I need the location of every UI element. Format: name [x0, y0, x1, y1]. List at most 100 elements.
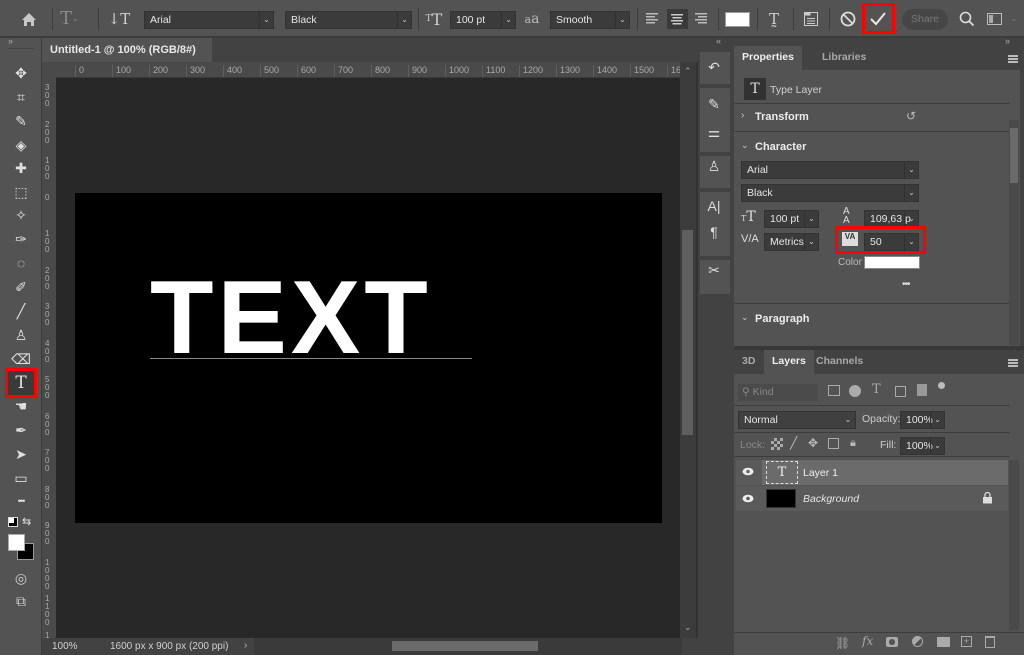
toggle-text-orientation-icon[interactable]: ↓T [108, 9, 131, 29]
tab-3d[interactable]: 3D [734, 350, 763, 374]
rectangular-marquee-tool[interactable]: ⬚ [7, 181, 35, 203]
paintbrush-tool[interactable]: ╱ [7, 300, 35, 322]
foreground-color-swatch[interactable] [8, 534, 25, 551]
type-tool[interactable]: T [5, 368, 37, 398]
chevron-down-icon[interactable]: ⌄ [741, 140, 749, 151]
character-paragraph-panels-icon[interactable] [803, 11, 819, 27]
home-icon[interactable] [18, 10, 40, 28]
tools-icon[interactable]: ✂ [703, 260, 725, 280]
swap-colors-icon[interactable]: ⇆ [22, 515, 31, 528]
filter-toggle-icon[interactable] [938, 382, 945, 389]
lock-position-icon[interactable]: ✥ [808, 436, 818, 450]
history-icon[interactable]: ↶ [703, 57, 725, 77]
chevron-right-icon[interactable]: › [741, 110, 744, 121]
adjustment-layer-icon[interactable] [912, 636, 923, 647]
move-tool[interactable]: ✥ [7, 62, 35, 84]
layer-name[interactable]: Background [803, 493, 859, 505]
layer-name[interactable]: Layer 1 [803, 467, 838, 479]
vertical-scroll-thumb[interactable] [682, 230, 693, 435]
pen-tool[interactable]: ✒ [7, 419, 35, 441]
collapse-dock-icon[interactable]: « [716, 36, 721, 46]
panel-menu-icon[interactable] [1008, 55, 1018, 63]
tab-properties[interactable]: Properties [734, 46, 802, 70]
commit-checkmark-icon[interactable] [868, 9, 888, 29]
lock-artboard-icon[interactable] [828, 438, 839, 449]
chevron-down-icon[interactable]: ⌄ [1010, 13, 1018, 24]
paragraph-section-header[interactable]: Paragraph [755, 313, 809, 325]
chevron-down-icon[interactable]: ⌄ [741, 312, 749, 323]
properties-font-size-select[interactable]: 100 pt ⌄ [764, 210, 819, 228]
filter-smart-object-icon[interactable] [917, 384, 927, 396]
layer-row[interactable]: Background [736, 486, 1008, 511]
document-info[interactable]: 1600 px x 900 px (200 ppi) [110, 641, 228, 652]
workspace-icon[interactable] [986, 11, 1004, 27]
status-menu-arrow[interactable]: › [244, 640, 247, 651]
panel-menu-icon[interactable] [1008, 359, 1018, 367]
brush-settings-icon[interactable]: ✎ [703, 94, 725, 114]
properties-font-style-select[interactable]: Black ⌄ [741, 184, 919, 202]
text-color-swatch[interactable] [725, 12, 750, 27]
eyedropper-tool[interactable]: ✎ [7, 110, 35, 132]
eraser-tool[interactable]: ⌫ [7, 348, 35, 370]
transform-section-header[interactable]: Transform [755, 111, 809, 123]
default-colors-icon[interactable] [8, 517, 18, 527]
cancel-icon[interactable] [839, 10, 857, 28]
kerning-select[interactable]: Metrics ⌄ [764, 233, 819, 251]
new-layer-icon[interactable]: + [961, 636, 972, 647]
tab-channels[interactable]: Channels [808, 350, 871, 374]
lock-image-icon[interactable]: ╱ [790, 436, 797, 450]
fill-input[interactable]: 100% ⌄ [900, 437, 945, 455]
lasso-tool[interactable]: ✧ [7, 204, 35, 226]
quick-mask-icon[interactable]: ◎ [10, 570, 32, 586]
document-tab[interactable]: Untitled-1 @ 100% (RGB/8#) × [42, 38, 212, 80]
layers-scrollbar[interactable] [1009, 460, 1019, 630]
lock-transparent-icon[interactable] [771, 438, 783, 450]
quick-selection-tool[interactable]: ◌ [7, 252, 35, 274]
antialias-select[interactable]: Smooth ⌄ [550, 11, 630, 29]
add-mask-icon[interactable] [886, 637, 898, 647]
visibility-eye-icon[interactable] [742, 467, 754, 476]
healing-brush-tool[interactable]: ✚ [7, 157, 35, 179]
expand-panels-icon[interactable]: » [1005, 36, 1010, 46]
character-section-header[interactable]: Character [755, 141, 806, 153]
font-style-select[interactable]: Black ⌄ [285, 11, 412, 29]
fx-icon[interactable]: fx [862, 634, 873, 648]
path-selection-tool[interactable]: ➤ [7, 443, 35, 465]
filter-adjustment-icon[interactable] [849, 385, 861, 397]
layer-filter-select[interactable]: ⚲ Kind [738, 384, 818, 401]
tracking-select[interactable]: 50 ⌄ [864, 233, 919, 251]
layer-row[interactable]: T Layer 1 [736, 460, 1008, 485]
brush-tool[interactable]: ✑ [7, 228, 35, 250]
font-size-select[interactable]: 100 pt ⌄ [450, 11, 516, 29]
layer-lock-icon[interactable] [982, 491, 993, 504]
paragraph-icon[interactable]: ¶ [703, 222, 725, 242]
align-center-button[interactable] [667, 9, 688, 29]
align-right-button[interactable] [694, 11, 710, 27]
scroll-up-icon[interactable]: ⌃ [684, 66, 692, 77]
tab-libraries[interactable]: Libraries [814, 46, 874, 70]
type-tool-preset-icon[interactable]: T⌄ [60, 8, 90, 30]
smudge-tool[interactable]: ☚ [7, 395, 35, 417]
filter-type-icon[interactable]: T [872, 382, 881, 397]
blend-mode-select[interactable]: Normal ⌄ [738, 411, 856, 429]
search-icon[interactable] [958, 10, 976, 28]
more-options-icon[interactable]: ••• [902, 279, 910, 290]
horizontal-scroll-thumb[interactable] [392, 641, 538, 651]
share-button[interactable]: Share [902, 9, 948, 30]
properties-font-family-select[interactable]: Arial ⌄ [741, 161, 919, 179]
scroll-down-icon[interactable]: ⌄ [684, 622, 692, 633]
paint-bucket-tool[interactable]: ◈ [7, 134, 35, 156]
clone-stamp-tool[interactable]: ♙ [7, 324, 35, 346]
filter-shape-icon[interactable] [895, 386, 906, 397]
visibility-eye-icon[interactable] [742, 494, 754, 503]
link-layers-icon[interactable]: ⛓ [835, 636, 850, 650]
brushes-icon[interactable]: ⚌ [703, 122, 725, 142]
canvas-text-layer[interactable]: TEXT [150, 266, 472, 370]
new-group-icon[interactable] [937, 637, 950, 647]
zoom-level[interactable]: 100% [52, 641, 78, 652]
collapse-panel-icon[interactable]: » [8, 36, 13, 46]
screen-mode-icon[interactable]: ⧉ [10, 593, 32, 609]
delete-layer-icon[interactable] [985, 636, 995, 648]
align-left-button[interactable] [645, 11, 661, 27]
lock-all-icon[interactable]: 🔒︎ [850, 437, 856, 450]
